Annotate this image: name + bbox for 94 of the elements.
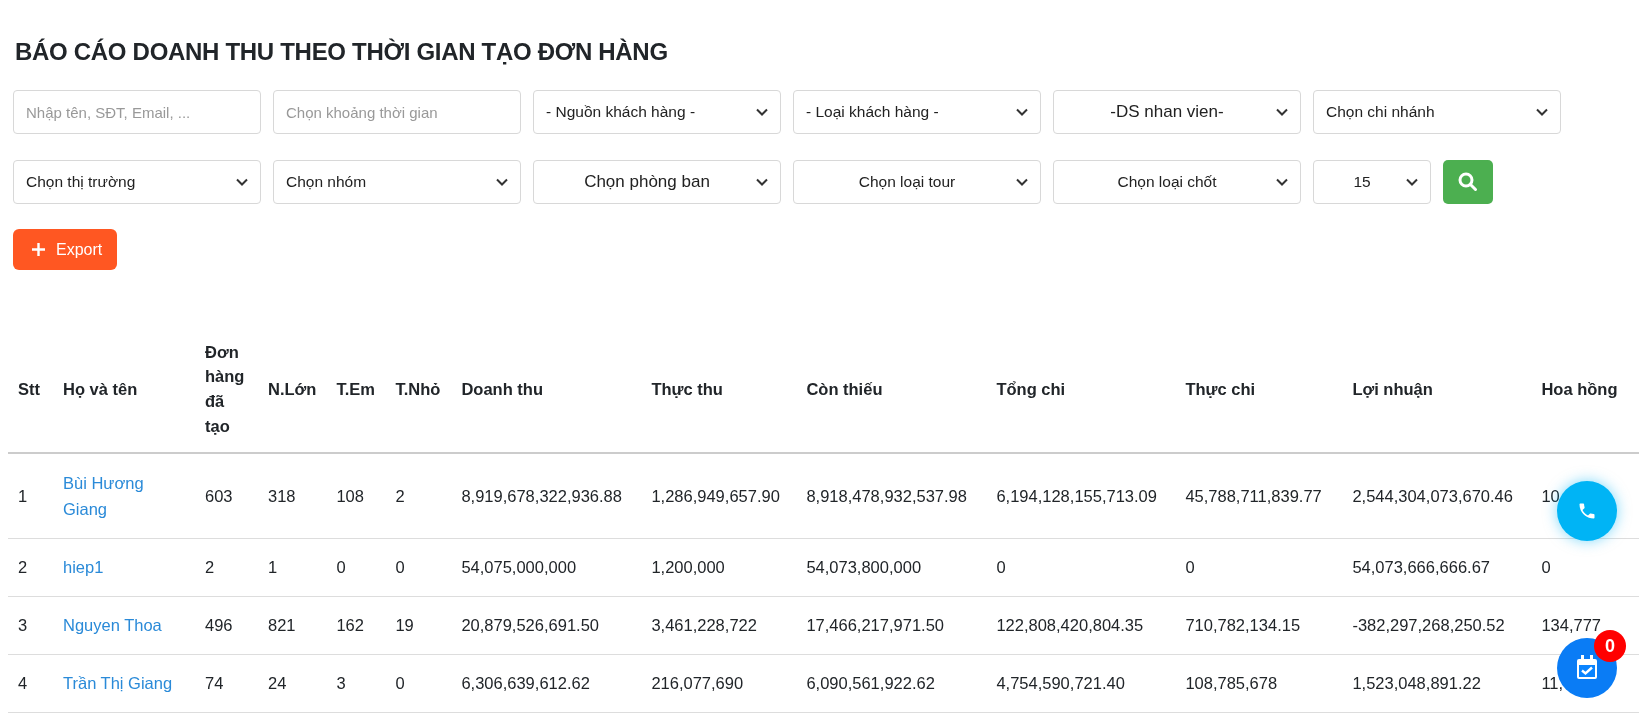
column-header: Stt xyxy=(8,326,53,453)
column-header: T.Em xyxy=(326,326,386,453)
table-cell: 54,073,666,666.67 xyxy=(1352,558,1491,577)
chevron-down-icon xyxy=(496,178,508,186)
chevron-down-icon xyxy=(756,178,768,186)
name-link[interactable]: hiep1 xyxy=(63,554,185,581)
select-field[interactable]: -DS nhan vien- xyxy=(1053,90,1301,134)
chevron-down-icon xyxy=(1016,108,1028,116)
table-cell: 2 xyxy=(18,558,28,577)
table-cell: 821 xyxy=(268,616,296,635)
column-header: Thực thu xyxy=(641,326,797,453)
chevron-down-icon xyxy=(236,178,248,186)
table-cell: 0 xyxy=(1541,558,1551,577)
table-cell: 20,879,526,691.50 xyxy=(461,616,600,635)
text-field[interactable]: Nhập tên, SĐT, Email, ... xyxy=(13,90,261,134)
column-header: Họ và tên xyxy=(53,326,195,453)
table-cell: 0 xyxy=(996,558,1006,577)
table-cell: 4,754,590,721.40 xyxy=(996,674,1125,693)
table-cell: 19 xyxy=(395,616,414,635)
column-header: Đơn hàng đã tạo xyxy=(195,326,258,453)
calendar-check-icon xyxy=(1575,655,1599,681)
select-field[interactable]: - Loại khách hàng - xyxy=(793,90,1041,134)
column-header: N.Lớn xyxy=(258,326,327,453)
table-cell: 8,918,478,932,537.98 xyxy=(806,486,967,505)
name-link[interactable]: Trần Thị Giang xyxy=(63,670,185,697)
table-cell: 2 xyxy=(205,558,215,577)
name-link[interactable]: Nguyen Thoa xyxy=(63,612,185,639)
table-cell: 45,788,711,839.77 xyxy=(1185,486,1322,505)
table-cell: 24 xyxy=(268,674,287,693)
table-cell: 6,090,561,922.62 xyxy=(806,674,935,693)
chevron-down-icon xyxy=(1276,108,1288,116)
select-field[interactable]: Chọn thị trường xyxy=(13,160,261,204)
table-cell: 1,200,000 xyxy=(651,558,725,577)
select-field[interactable]: Chọn loại tour xyxy=(793,160,1041,204)
table-cell: 496 xyxy=(205,616,233,635)
column-header: Lợi nhuận xyxy=(1342,326,1532,453)
search-button[interactable] xyxy=(1443,160,1493,204)
column-header: Thực chi xyxy=(1175,326,1343,453)
chevron-down-icon xyxy=(1406,178,1418,186)
table-cell: 0 xyxy=(1185,558,1195,577)
table-cell: 6,194,128,155,713.09 xyxy=(996,486,1157,505)
table-cell: 2,544,304,073,670.46 xyxy=(1352,486,1513,505)
name-link[interactable]: Bùi Hương Giang xyxy=(63,469,185,523)
table-cell: 11, xyxy=(1541,674,1564,693)
select-field[interactable]: 15 xyxy=(1313,160,1431,204)
text-field[interactable]: Chọn khoảng thời gian xyxy=(273,90,521,134)
table-cell: 603 xyxy=(205,486,233,505)
table-cell: 17,466,217,971.50 xyxy=(806,616,945,635)
notification-badge: 0 xyxy=(1594,630,1626,662)
chevron-down-icon xyxy=(756,108,768,116)
column-header: Doanh thu xyxy=(451,326,642,453)
column-header: Tổng chi xyxy=(986,326,1176,453)
column-header: T.Nhỏ xyxy=(385,326,452,453)
plus-icon xyxy=(32,243,45,256)
chevron-down-icon xyxy=(1016,178,1028,186)
table-cell: -382,297,268,250.52 xyxy=(1352,616,1505,635)
table-cell: 1 xyxy=(268,558,278,577)
table-cell: 4 xyxy=(18,674,28,693)
table-cell: 0 xyxy=(336,558,346,577)
table-cell: 1,523,048,891.22 xyxy=(1352,674,1481,693)
select-field[interactable]: Chọn phòng ban xyxy=(533,160,781,204)
table-cell: 710,782,134.15 xyxy=(1185,616,1301,635)
page-title: BÁO CÁO DOANH THU THEO THỜI GIAN TẠO ĐƠN HÀNG xyxy=(15,38,669,66)
table-cell: 8,919,678,322,936.88 xyxy=(461,486,622,505)
table-cell: 6,306,639,612.62 xyxy=(461,674,590,693)
table-cell: 216,077,690 xyxy=(651,674,744,693)
select-field[interactable]: - Nguồn khách hàng - xyxy=(533,90,781,134)
column-header: Còn thiếu xyxy=(796,326,987,453)
chevron-down-icon xyxy=(1276,178,1288,186)
table-cell: 2 xyxy=(395,486,405,505)
column-header: Hoa hồng xyxy=(1531,326,1639,453)
table-cell: 10 xyxy=(1541,486,1560,505)
table-cell: 122,808,420,804.35 xyxy=(996,616,1144,635)
select-field[interactable]: Chọn chi nhánh xyxy=(1313,90,1561,134)
table-cell: 3,461,228,722 xyxy=(651,616,757,635)
table-cell: 74 xyxy=(205,674,224,693)
phone-button[interactable] xyxy=(1557,481,1617,541)
table-cell: 1,286,949,657.90 xyxy=(651,486,780,505)
table-cell: 0 xyxy=(395,674,405,693)
table-cell: 54,073,800,000 xyxy=(806,558,922,577)
phone-icon xyxy=(1577,501,1597,521)
chevron-down-icon xyxy=(1536,108,1548,116)
table-cell: 0 xyxy=(395,558,405,577)
table-cell: 318 xyxy=(268,486,296,505)
search-icon xyxy=(1458,172,1478,192)
table-cell: 108,785,678 xyxy=(1185,674,1278,693)
table-cell: 108 xyxy=(336,486,364,505)
table-cell: 1 xyxy=(18,486,28,505)
table-cell: 54,075,000,000 xyxy=(461,558,577,577)
select-field[interactable]: Chọn nhóm xyxy=(273,160,521,204)
table-cell: 162 xyxy=(336,616,364,635)
table-cell: 3 xyxy=(18,616,28,635)
table-cell: 3 xyxy=(336,674,346,693)
select-field[interactable]: Chọn loại chốt xyxy=(1053,160,1301,204)
